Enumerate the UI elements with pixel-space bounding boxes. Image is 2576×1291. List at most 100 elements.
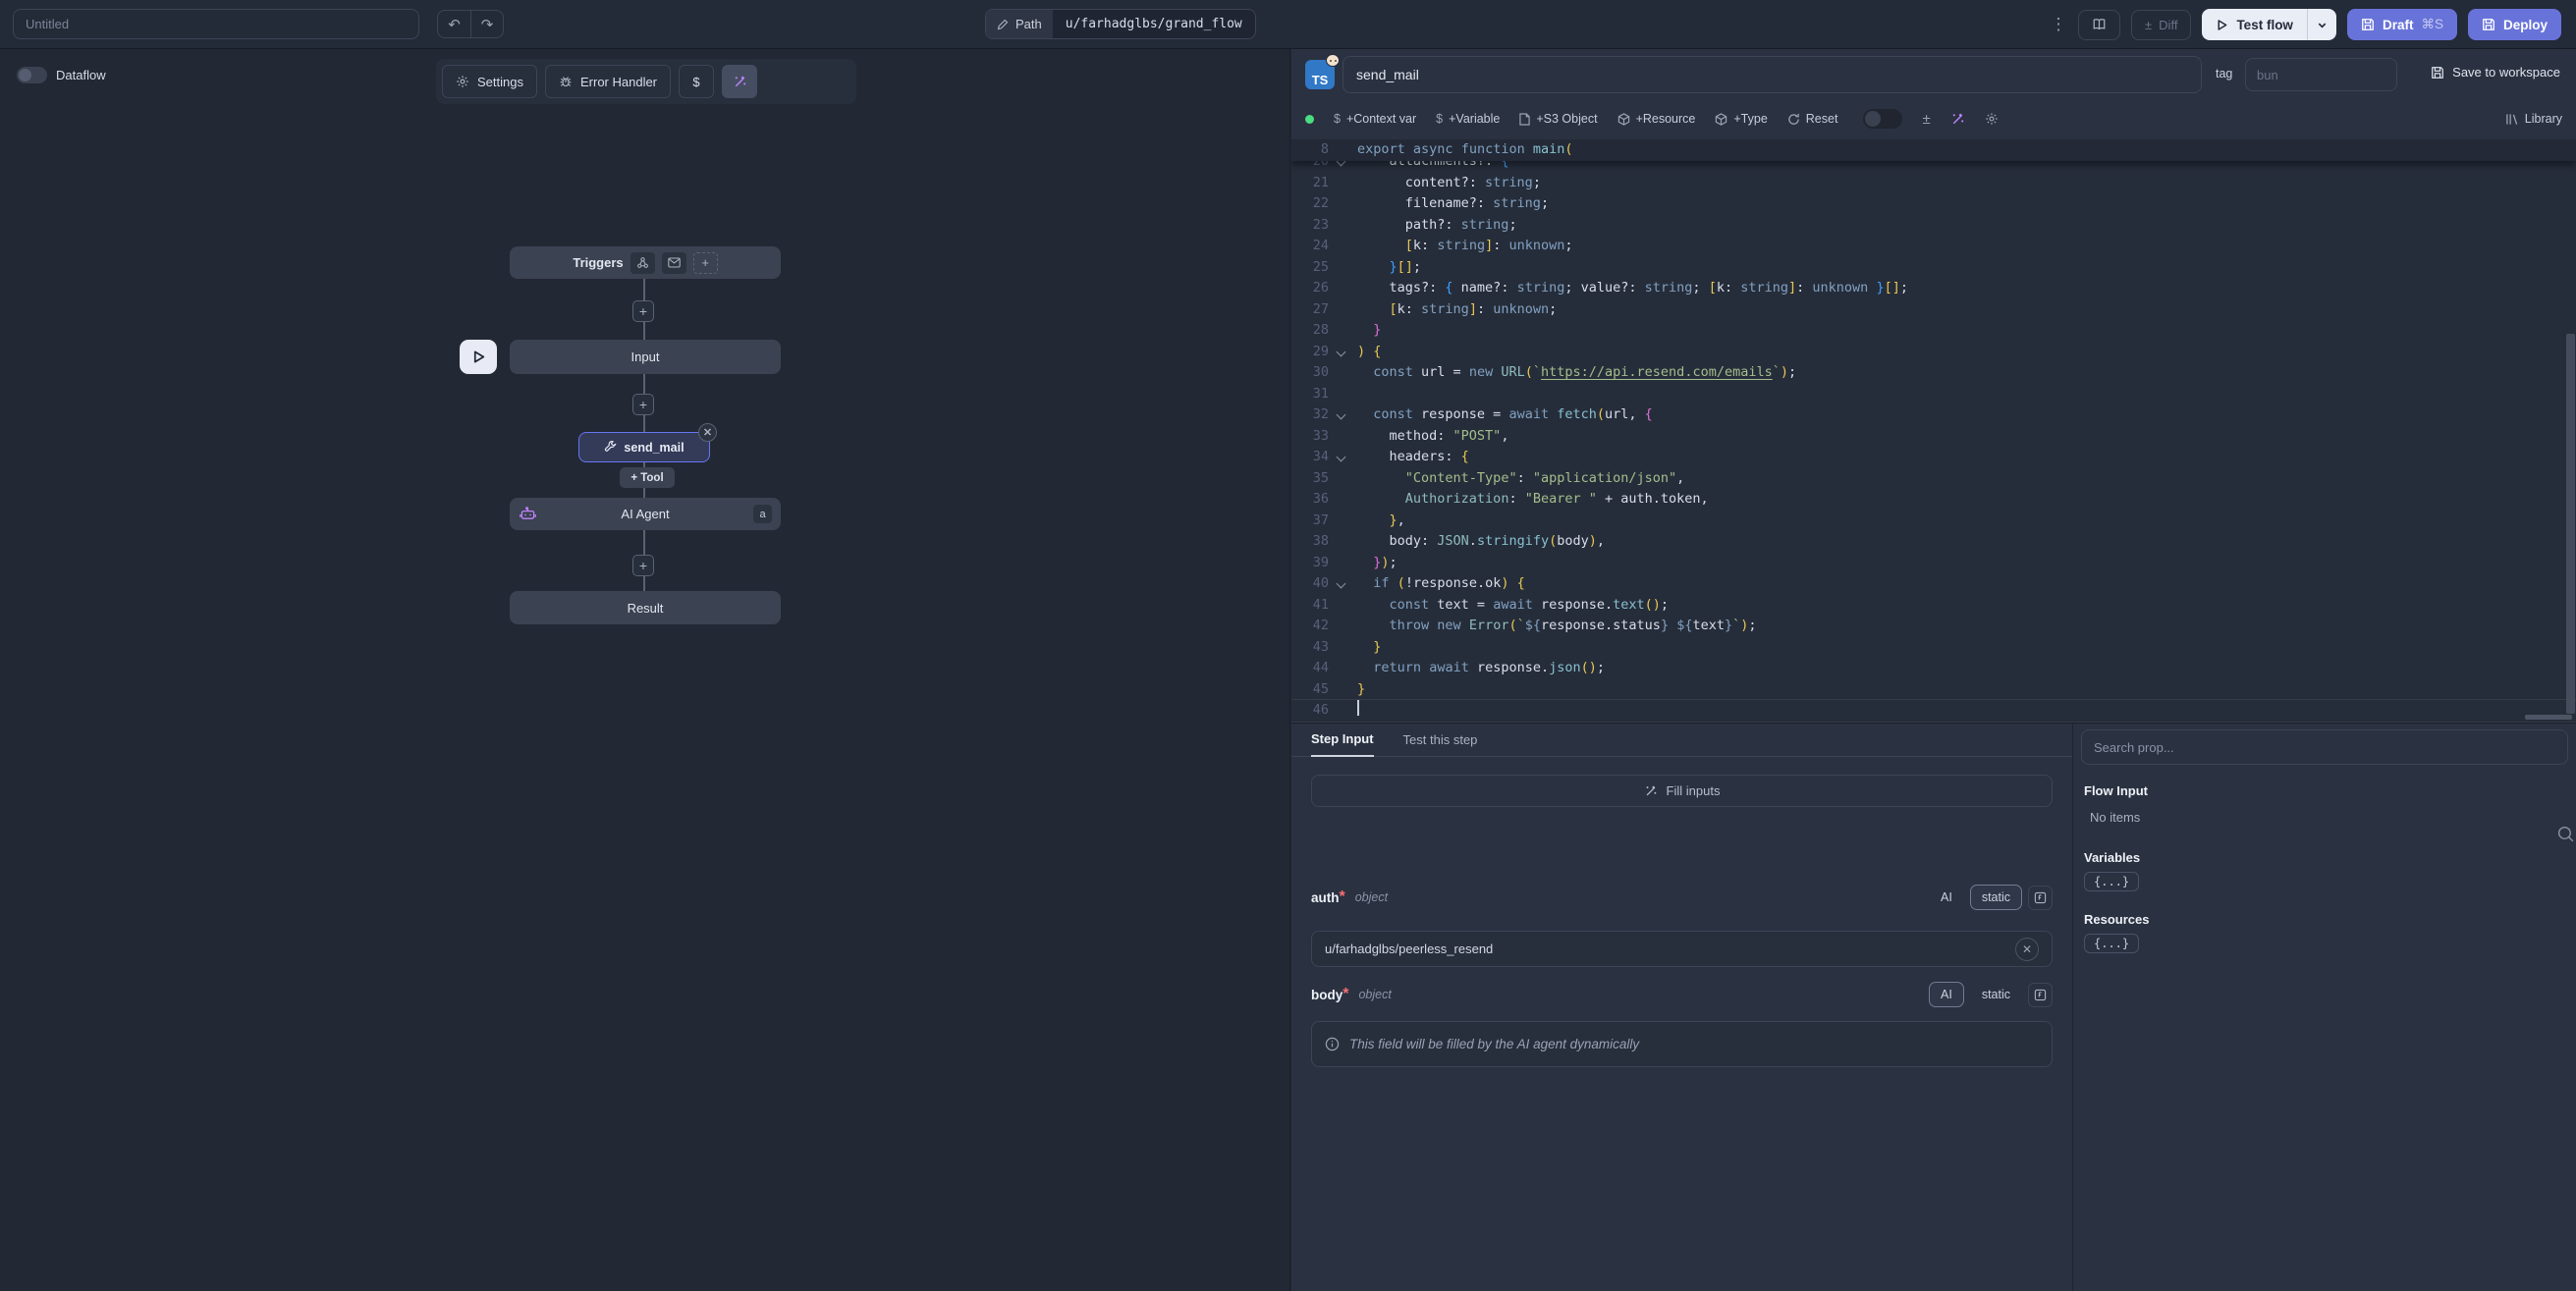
node-input[interactable]: Input <box>510 340 781 374</box>
code-line[interactable]: 27 [k: string]: unknown; <box>1291 299 2576 321</box>
fold-gutter[interactable] <box>1329 404 1357 426</box>
fold-gutter[interactable] <box>1329 447 1357 468</box>
node-triggers[interactable]: Triggers + <box>510 246 781 279</box>
code-line[interactable]: 30 const url = new URL(`https://api.rese… <box>1291 362 2576 384</box>
flow-title-input[interactable] <box>13 9 419 39</box>
tab-step-input[interactable]: Step Input <box>1311 731 1374 757</box>
tag-input[interactable] <box>2245 58 2397 91</box>
clear-auth-button[interactable]: ✕ <box>2015 938 2039 961</box>
code-token: } <box>1661 616 1669 637</box>
fold-gutter[interactable] <box>1329 573 1357 595</box>
node-result[interactable]: Result <box>510 591 781 624</box>
code-editor[interactable]: 20 attachments?: {21 content?: string;22… <box>1291 139 2576 723</box>
code-line[interactable]: 35 "Content-Type": "application/json", <box>1291 468 2576 490</box>
code-line[interactable]: 8export async function main( <box>1291 139 2576 161</box>
test-flow-main[interactable]: Test flow <box>2202 9 2307 40</box>
code-line[interactable]: 24 [k: string]: unknown; <box>1291 236 2576 257</box>
add-context-var-button[interactable]: $ +Context var <box>1334 112 1416 126</box>
step-name-input[interactable] <box>1343 56 2202 93</box>
flow-canvas[interactable]: Dataflow Settings Error Handler $ <box>0 49 1290 1291</box>
email-trigger-button[interactable] <box>662 252 686 274</box>
reset-button[interactable]: Reset <box>1787 112 1838 126</box>
draft-button[interactable]: Draft ⌘S <box>2347 9 2457 40</box>
editor-toggle[interactable] <box>1863 109 1902 129</box>
path-field[interactable]: Path u/farhadglbs/grand_flow <box>985 9 1256 39</box>
code-line[interactable]: 26 tags?: { name?: string; value?: strin… <box>1291 278 2576 299</box>
library-icon <box>2505 113 2519 126</box>
test-flow-button[interactable]: Test flow <box>2202 9 2336 40</box>
insert-step-button-middle[interactable]: + <box>632 394 654 415</box>
remove-tool-button[interactable]: ✕ <box>698 423 717 442</box>
fold-gutter[interactable] <box>1329 342 1357 363</box>
auth-ai-mode-button[interactable]: AI <box>1929 885 1964 910</box>
auth-expression-button[interactable] <box>2028 886 2053 910</box>
code-line[interactable]: 34 headers: { <box>1291 447 2576 468</box>
code-line[interactable]: 22 filename?: string; <box>1291 193 2576 215</box>
ai-assistant-button[interactable] <box>1950 112 1965 127</box>
run-input-button[interactable] <box>460 340 497 374</box>
editor-settings-button[interactable] <box>1985 112 1999 126</box>
code-line[interactable]: 23 path?: string; <box>1291 215 2576 237</box>
search-icon[interactable] <box>2556 825 2575 843</box>
code-token: ( <box>1525 362 1533 384</box>
code-line[interactable]: 45} <box>1291 679 2576 701</box>
add-trigger-button[interactable]: + <box>693 252 718 274</box>
body-expression-button[interactable] <box>2028 983 2053 1007</box>
code-line[interactable]: 38 body: JSON.stringify(body), <box>1291 531 2576 553</box>
code-line[interactable]: 32 const response = await fetch(url, { <box>1291 404 2576 426</box>
library-button[interactable]: Library <box>2505 112 2562 126</box>
code-line[interactable]: 33 method: "POST", <box>1291 426 2576 448</box>
diff-mini-button[interactable]: ± <box>1922 111 1930 128</box>
code-line[interactable]: 21 content?: string; <box>1291 173 2576 194</box>
auth-value-input[interactable]: u/farhadglbs/peerless_resend ✕ <box>1311 931 2053 967</box>
fill-inputs-button[interactable]: Fill inputs <box>1311 775 2053 807</box>
docs-button[interactable] <box>2078 10 2120 40</box>
search-prop-input[interactable] <box>2081 729 2568 765</box>
kebab-menu-icon[interactable]: ⋮ <box>2050 15 2067 34</box>
settings-button[interactable]: Settings <box>442 65 537 98</box>
code-line[interactable]: 37 }, <box>1291 511 2576 532</box>
diff-button[interactable]: ± Diff <box>2131 10 2191 40</box>
add-variable-button[interactable]: $ +Variable <box>1436 112 1500 126</box>
code-line[interactable]: 29) { <box>1291 342 2576 363</box>
code-line[interactable]: 31 <box>1291 384 2576 405</box>
code-line[interactable]: 40 if (!response.ok) { <box>1291 573 2576 595</box>
add-type-button[interactable]: +Type <box>1715 112 1767 126</box>
tab-test-this-step[interactable]: Test this step <box>1403 732 1478 756</box>
redo-button[interactable]: ↷ <box>470 10 504 38</box>
body-ai-mode-button[interactable]: AI <box>1929 982 1964 1007</box>
insert-step-button-bottom[interactable]: + <box>632 555 654 576</box>
ai-builder-button[interactable] <box>722 65 757 98</box>
code-line[interactable]: 46 <box>1291 700 2576 722</box>
body-static-mode-button[interactable]: static <box>1970 982 2022 1007</box>
code-line[interactable]: 44 return await response.json(); <box>1291 658 2576 679</box>
insert-step-button-top[interactable]: + <box>632 300 654 322</box>
node-ai-agent[interactable]: AI Agent a <box>510 498 781 530</box>
code-token: new <box>1469 362 1493 384</box>
code-line[interactable]: 39 }); <box>1291 553 2576 574</box>
code-line[interactable]: 42 throw new Error(`${response.status} $… <box>1291 616 2576 637</box>
add-s3-object-button[interactable]: +S3 Object <box>1519 112 1597 126</box>
undo-button[interactable]: ↶ <box>437 10 470 38</box>
test-flow-dropdown[interactable] <box>2307 9 2336 40</box>
deploy-button[interactable]: Deploy <box>2468 9 2561 40</box>
save-to-workspace-button[interactable]: Save to workspace <box>2431 65 2560 80</box>
webhook-trigger-button[interactable] <box>630 252 655 274</box>
code-line[interactable]: 43 } <box>1291 637 2576 659</box>
dataflow-toggle[interactable] <box>17 67 47 83</box>
resources-object-badge[interactable]: {...} <box>2084 934 2139 953</box>
variables-object-badge[interactable]: {...} <box>2084 872 2139 891</box>
add-resource-button[interactable]: +Resource <box>1617 112 1696 126</box>
add-tool-button[interactable]: + Tool <box>620 467 675 488</box>
code-line[interactable]: 36 Authorization: "Bearer " + auth.token… <box>1291 489 2576 511</box>
dollar-icon: $ <box>692 75 699 89</box>
editor-vertical-scrollbar[interactable] <box>2566 334 2575 714</box>
editor-horizontal-scrollbar[interactable] <box>2525 715 2572 720</box>
code-line[interactable]: 25 }[]; <box>1291 257 2576 279</box>
auth-static-mode-button[interactable]: static <box>1970 885 2022 910</box>
node-send-mail[interactable]: send_mail ✕ <box>578 432 710 462</box>
context-variables-button[interactable]: $ <box>679 65 714 98</box>
error-handler-button[interactable]: Error Handler <box>545 65 671 98</box>
code-line[interactable]: 28 } <box>1291 320 2576 342</box>
code-line[interactable]: 41 const text = await response.text(); <box>1291 595 2576 617</box>
